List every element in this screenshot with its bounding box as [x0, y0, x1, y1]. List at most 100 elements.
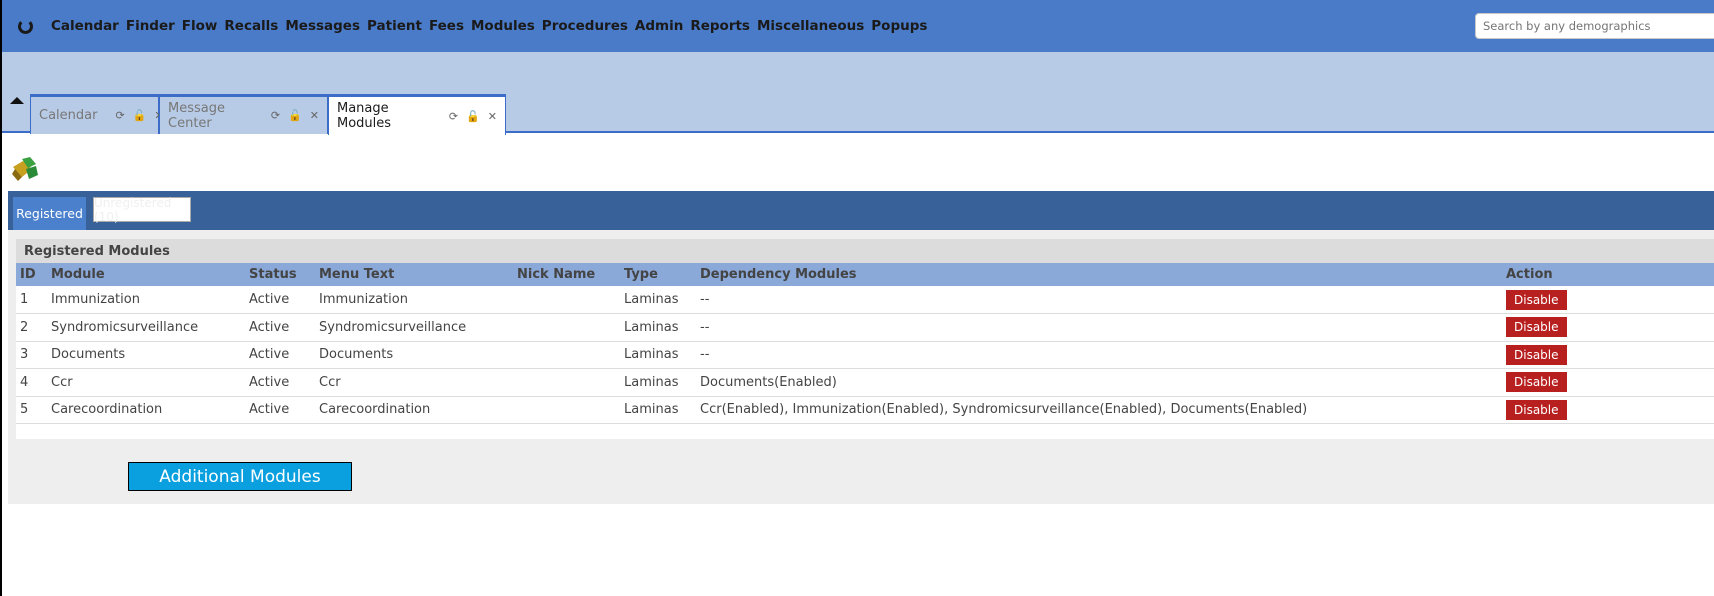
- panel-title: Registered Modules: [16, 239, 1714, 263]
- cell-nick-name: [513, 286, 620, 314]
- table-row: 4 Ccr Active Ccr Laminas Documents(Enabl…: [16, 368, 1714, 397]
- cell-nick-name: [513, 396, 620, 424]
- refresh-icon[interactable]: ⟳: [449, 110, 458, 123]
- tab-message-center[interactable]: Message Center ⟳ 🔓 ✕: [159, 94, 328, 134]
- cell-status: Active: [245, 313, 315, 342]
- table-row: 1 Immunization Active Immunization Lamin…: [16, 286, 1714, 314]
- disable-button[interactable]: Disable: [1506, 344, 1567, 365]
- cell-id: 2: [16, 313, 47, 342]
- cell-module: Documents: [47, 341, 245, 369]
- cell-menu-text: Syndromicsurveillance: [315, 313, 513, 342]
- cell-action: Disable: [1502, 396, 1714, 424]
- cell-menu-text: Ccr: [315, 368, 513, 397]
- column-header: Type: [624, 267, 658, 282]
- column-header: Dependency Modules: [700, 267, 857, 282]
- disable-button[interactable]: Disable: [1506, 289, 1567, 310]
- cell-type: Laminas: [620, 286, 696, 314]
- cell-dependency: Documents(Enabled): [696, 368, 1502, 397]
- cell-nick-name: [513, 341, 620, 369]
- column-header: ID: [20, 267, 36, 282]
- cell-id: 4: [16, 368, 47, 397]
- menu-fees[interactable]: Fees: [429, 18, 464, 34]
- lock-icon[interactable]: 🔓: [133, 109, 147, 122]
- cell-type: Laminas: [620, 341, 696, 369]
- menu-miscellaneous[interactable]: Miscellaneous: [757, 18, 864, 34]
- close-icon[interactable]: ✕: [488, 110, 497, 123]
- cell-module: Immunization: [47, 286, 245, 314]
- module-subtabs: Registered Unregistered (10): [8, 191, 1714, 230]
- menu-calendar[interactable]: Calendar: [51, 18, 119, 34]
- menu-messages[interactable]: Messages: [285, 18, 360, 34]
- app-frame: Calendar Finder Flow Recalls Messages Pa…: [0, 0, 1714, 596]
- disable-button[interactable]: Disable: [1506, 372, 1567, 393]
- cell-action: Disable: [1502, 341, 1714, 369]
- cell-menu-text: Carecoordination: [315, 396, 513, 424]
- close-icon[interactable]: ✕: [310, 109, 319, 122]
- refresh-icon[interactable]: ⟳: [271, 109, 280, 122]
- menu-popups[interactable]: Popups: [871, 18, 927, 34]
- refresh-icon[interactable]: ⟳: [115, 109, 124, 122]
- tab-calendar[interactable]: Calendar ⟳ 🔓 ✕: [30, 94, 164, 134]
- modules-puzzle-icon: [12, 157, 38, 181]
- column-header: Nick Name: [517, 267, 596, 282]
- search-input[interactable]: [1475, 13, 1714, 39]
- cell-menu-text: Immunization: [315, 286, 513, 314]
- collapse-up-icon[interactable]: [10, 97, 24, 104]
- column-header: Status: [249, 267, 297, 282]
- cell-status: Active: [245, 368, 315, 397]
- column-header: Action: [1506, 267, 1553, 282]
- tab-label: Calendar: [39, 108, 98, 123]
- disable-button[interactable]: Disable: [1506, 317, 1567, 338]
- column-header: Menu Text: [319, 267, 395, 282]
- cell-dependency: --: [696, 341, 1502, 369]
- cell-menu-text: Documents: [315, 341, 513, 369]
- main-menu: Calendar Finder Flow Recalls Messages Pa…: [51, 18, 927, 34]
- app-logo-icon[interactable]: [18, 19, 33, 34]
- cell-status: Active: [245, 341, 315, 369]
- cell-module: Syndromicsurveillance: [47, 313, 245, 342]
- disable-button[interactable]: Disable: [1506, 399, 1567, 420]
- table-row: 3 Documents Active Documents Laminas -- …: [16, 341, 1714, 369]
- tab-registered[interactable]: Registered: [13, 197, 86, 230]
- menu-modules[interactable]: Modules: [471, 18, 535, 34]
- cell-nick-name: [513, 313, 620, 342]
- cell-status: Active: [245, 286, 315, 314]
- tab-label: Manage Modules: [337, 101, 392, 131]
- table-row: 2 Syndromicsurveillance Active Syndromic…: [16, 313, 1714, 342]
- table-row: 5 Carecoordination Active Carecoordinati…: [16, 396, 1714, 424]
- lock-icon[interactable]: 🔓: [288, 109, 302, 122]
- menu-recalls[interactable]: Recalls: [224, 18, 278, 34]
- menu-admin[interactable]: Admin: [635, 18, 683, 34]
- cell-module: Carecoordination: [47, 396, 245, 424]
- cell-type: Laminas: [620, 396, 696, 424]
- cell-type: Laminas: [620, 313, 696, 342]
- cell-action: Disable: [1502, 368, 1714, 397]
- menu-flow[interactable]: Flow: [182, 18, 218, 34]
- cell-id: 1: [16, 286, 47, 314]
- menu-finder[interactable]: Finder: [126, 18, 175, 34]
- lock-icon[interactable]: 🔓: [466, 110, 480, 123]
- modules-table: ID Module Status Menu Text Nick Name Typ…: [16, 263, 1714, 424]
- registered-panel-body: Registered Modules ID Module Status Menu…: [16, 239, 1714, 439]
- menu-reports[interactable]: Reports: [690, 18, 750, 34]
- additional-modules-button[interactable]: Additional Modules: [128, 462, 352, 491]
- tab-manage-modules[interactable]: Manage Modules ⟳ 🔓 ✕: [328, 94, 506, 135]
- menu-procedures[interactable]: Procedures: [542, 18, 628, 34]
- cell-dependency: --: [696, 313, 1502, 342]
- cell-status: Active: [245, 396, 315, 424]
- cell-nick-name: [513, 368, 620, 397]
- cell-type: Laminas: [620, 368, 696, 397]
- cell-action: Disable: [1502, 313, 1714, 342]
- cell-dependency: --: [696, 286, 1502, 314]
- cell-action: Disable: [1502, 286, 1714, 314]
- tab-unregistered[interactable]: Unregistered (10): [93, 196, 191, 224]
- cell-dependency: Ccr(Enabled), Immunization(Enabled), Syn…: [696, 396, 1502, 424]
- table-header-row: ID Module Status Menu Text Nick Name Typ…: [16, 263, 1714, 286]
- cell-id: 3: [16, 341, 47, 369]
- top-navbar: Calendar Finder Flow Recalls Messages Pa…: [2, 0, 1714, 52]
- tab-label: Message Center: [168, 100, 225, 131]
- cell-id: 5: [16, 396, 47, 424]
- cell-module: Ccr: [47, 368, 245, 397]
- menu-patient[interactable]: Patient: [367, 18, 422, 34]
- column-header: Module: [51, 267, 105, 282]
